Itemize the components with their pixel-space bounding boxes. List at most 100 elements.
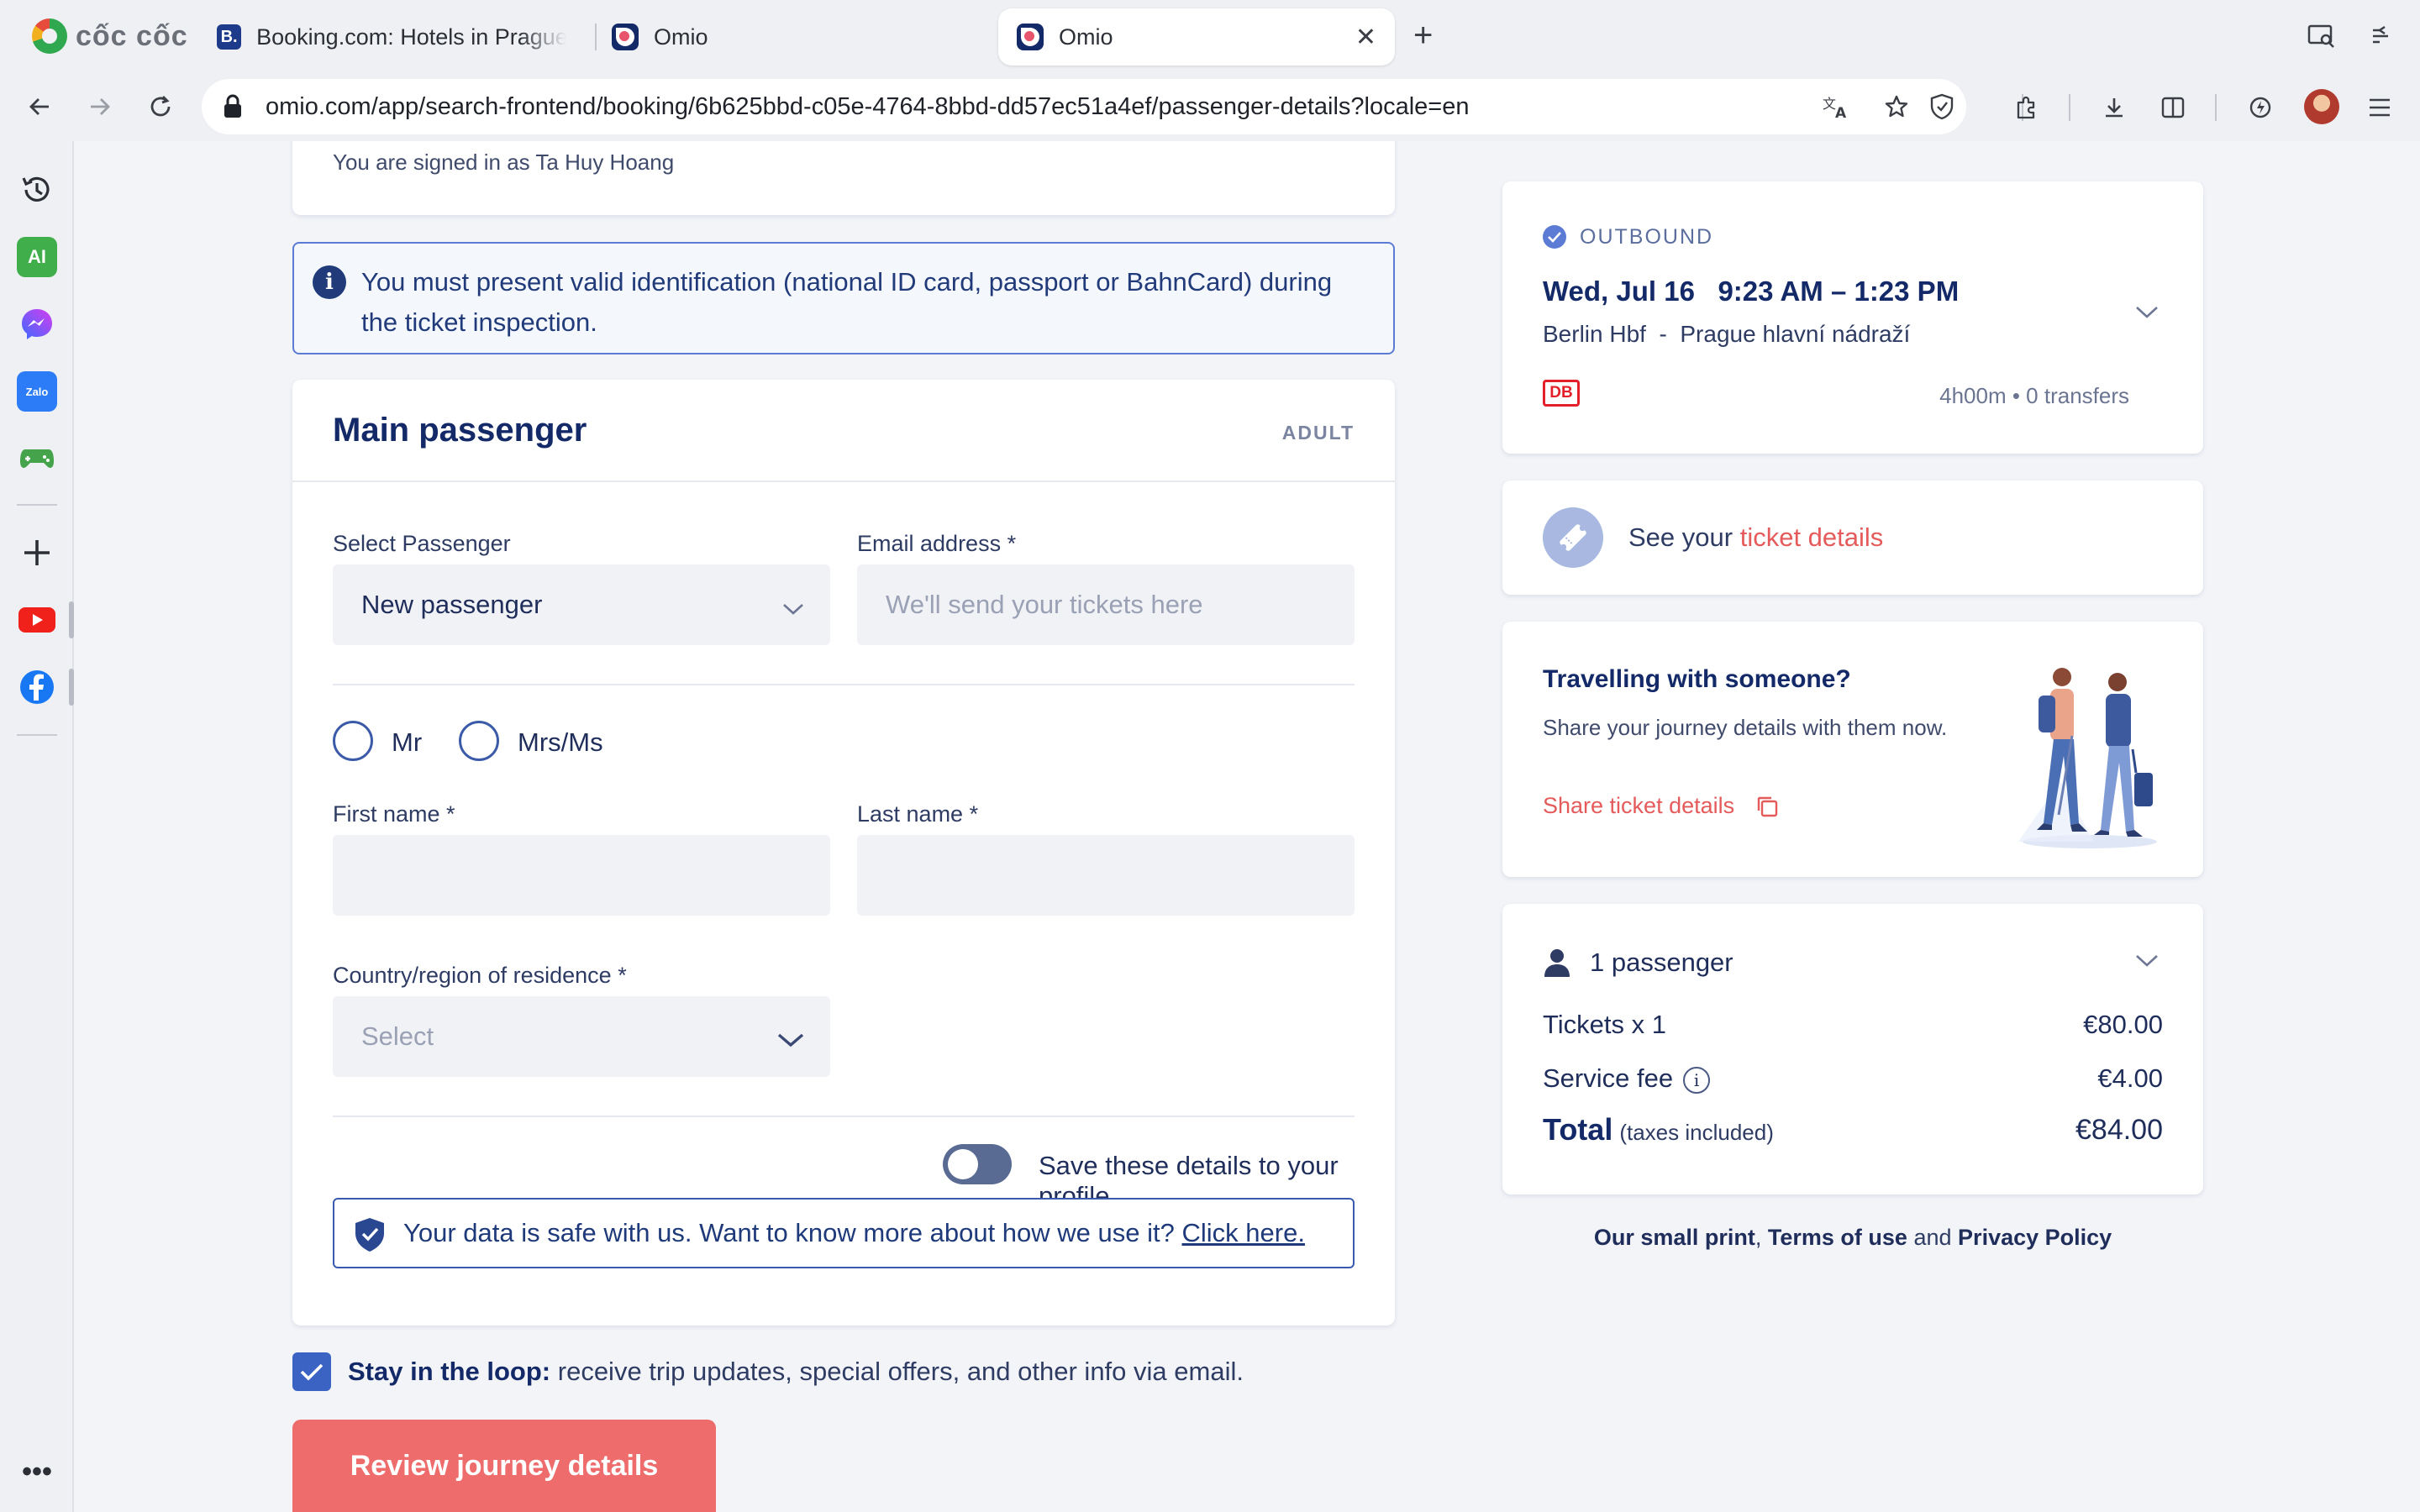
newsletter-bold: Stay in the loop: [348,1357,551,1386]
taxes-note: (taxes included) [1619,1120,1774,1145]
url-text[interactable]: omio.com/app/search-frontend/booking/6b6… [266,93,1469,121]
country-select[interactable]: Select [333,996,830,1077]
sidebar-separator [17,504,57,506]
data-safety-text: Your data is safe with us. Want to know … [403,1218,1305,1248]
bookmark-star-icon[interactable] [1879,89,1914,124]
tab-omio-1[interactable]: Omio [593,8,980,66]
country-placeholder: Select [361,1021,434,1051]
zalo-icon[interactable]: Zalo [17,371,57,412]
tab-omio-active[interactable]: Omio ✕ [998,8,1395,66]
tab-title: Omio [1059,24,1113,50]
booking-favicon-icon: B. [217,24,242,50]
privacy-link[interactable]: Privacy Policy [1958,1225,2112,1250]
more-icon[interactable]: ••• [17,1452,57,1492]
profile-avatar[interactable] [2304,89,2339,124]
ai-icon[interactable]: AI [17,237,57,277]
signed-in-card: You are signed in as Ta Huy Hoang [292,141,1395,215]
performance-icon[interactable] [2240,87,2281,128]
youtube-icon[interactable] [17,600,57,640]
adblock-shield-icon[interactable] [1924,89,1960,124]
copy-icon [1757,796,1778,816]
title-radio-mr[interactable] [333,721,373,761]
email-field[interactable]: We'll send your tickets here [857,564,1355,645]
chevron-down-icon[interactable] [2134,953,2160,974]
email-label: Email address * [857,531,1017,556]
main-passenger-card: Main passenger ADULT Select Passenger Ne… [292,380,1395,1326]
first-name-label: First name * [333,801,455,827]
outbound-label: OUTBOUND [1580,225,1714,249]
info-icon: i [313,265,346,299]
journey-route: Berlin Hbf - Prague hlavní nádraží [1543,321,1911,347]
travellers-illustration [2010,655,2161,857]
divider [333,1116,1355,1117]
price-summary-card: 1 passenger Tickets x 1 €80.00 Service f… [1502,904,2203,1194]
tab-title: Omio [654,24,708,50]
zalo-label: Zalo [25,385,49,398]
total-row: Total (taxes included) €84.00 [1543,1112,2163,1147]
data-safety-link[interactable]: Click here. [1182,1218,1305,1247]
reload-icon[interactable] [141,87,180,126]
db-logo: DB [1543,380,1580,407]
browser-toolbar: omio.com/app/search-frontend/booking/6b6… [0,72,2420,141]
country-label: Country/region of residence * [333,963,627,988]
add-icon[interactable] [17,533,57,573]
games-icon[interactable] [17,438,57,479]
svg-text:文: 文 [1823,96,1836,112]
last-name-label: Last name * [857,801,979,827]
tab-title: Booking.com: Hotels in Prague [256,24,566,50]
messenger-icon[interactable] [17,304,57,344]
person-icon [1543,948,1571,978]
ticket-details-text: See your ticket details [1628,522,1883,553]
sidebar-active-indicator [69,669,74,706]
menu-icon[interactable] [2360,87,2400,128]
chevron-down-icon[interactable] [2134,304,2160,325]
review-journey-button[interactable]: Review journey details [292,1420,716,1512]
toolbar-separator [2069,94,2070,121]
split-view-icon[interactable] [2153,87,2193,128]
journey-duration: 4h00m • 0 transfers [1939,383,2129,408]
facebook-icon[interactable] [17,667,57,707]
tickets-row: Tickets x 1 €80.00 [1543,1010,2163,1040]
new-tab-icon[interactable]: + [1413,17,1433,55]
share-ticket-label: Share ticket details [1543,793,1735,818]
shield-check-icon [353,1216,387,1253]
first-name-input[interactable] [333,835,830,916]
outbound-journey-card[interactable]: OUTBOUND Wed, Jul 16 9:23 AM – 1:23 PM B… [1502,181,2203,454]
newsletter-checkbox[interactable] [292,1352,331,1391]
collapse-tabs-icon[interactable] [2363,18,2398,54]
newsletter-desc: receive trip updates, special offers, an… [557,1357,1244,1386]
coccoc-logo-icon [32,18,67,54]
ticket-icon [1543,507,1603,568]
save-profile-toggle[interactable] [943,1144,1012,1184]
ticket-details-card[interactable]: See your ticket details [1502,480,2203,595]
omio-favicon-icon [1017,24,1044,50]
divider [333,684,1355,685]
history-icon[interactable] [17,170,57,210]
title-radio-mrs-label: Mrs/Ms [518,727,603,757]
share-ticket-link[interactable]: Share ticket details [1543,793,1780,819]
info-icon[interactable]: i [1683,1066,1711,1094]
tab-booking[interactable]: B. Booking.com: Hotels in Prague [198,8,585,66]
lock-icon[interactable] [217,91,249,123]
address-bar[interactable]: omio.com/app/search-frontend/booking/6b6… [202,79,1966,134]
service-fee-row: Service fee i €4.00 [1543,1063,2163,1094]
passenger-count: 1 passenger [1590,948,1733,977]
forward-icon[interactable] [81,87,119,126]
translate-icon[interactable]: 文A [1818,89,1854,124]
newsletter-row: Stay in the loop: receive trip updates, … [292,1351,1244,1393]
ticket-details-link[interactable]: ticket details [1740,522,1884,552]
downloads-icon[interactable] [2094,87,2134,128]
terms-link[interactable]: Terms of use [1768,1225,1907,1250]
back-icon[interactable] [20,87,59,126]
small-print-link[interactable]: Our small print [1594,1225,1755,1250]
close-tab-icon[interactable]: ✕ [1355,23,1376,52]
title-radio-mr-label: Mr [392,727,423,757]
browser-brand[interactable]: cốc cốc [32,17,188,55]
tab-search-icon[interactable] [2304,18,2339,54]
title-radio-mrs[interactable] [459,721,499,761]
last-name-input[interactable] [857,835,1355,916]
extensions-icon[interactable] [2007,87,2047,128]
select-passenger-dropdown[interactable]: New passenger [333,564,830,645]
journey-date-time: Wed, Jul 16 9:23 AM – 1:23 PM [1543,276,1960,307]
data-safety-notice: Your data is safe with us. Want to know … [333,1198,1355,1268]
